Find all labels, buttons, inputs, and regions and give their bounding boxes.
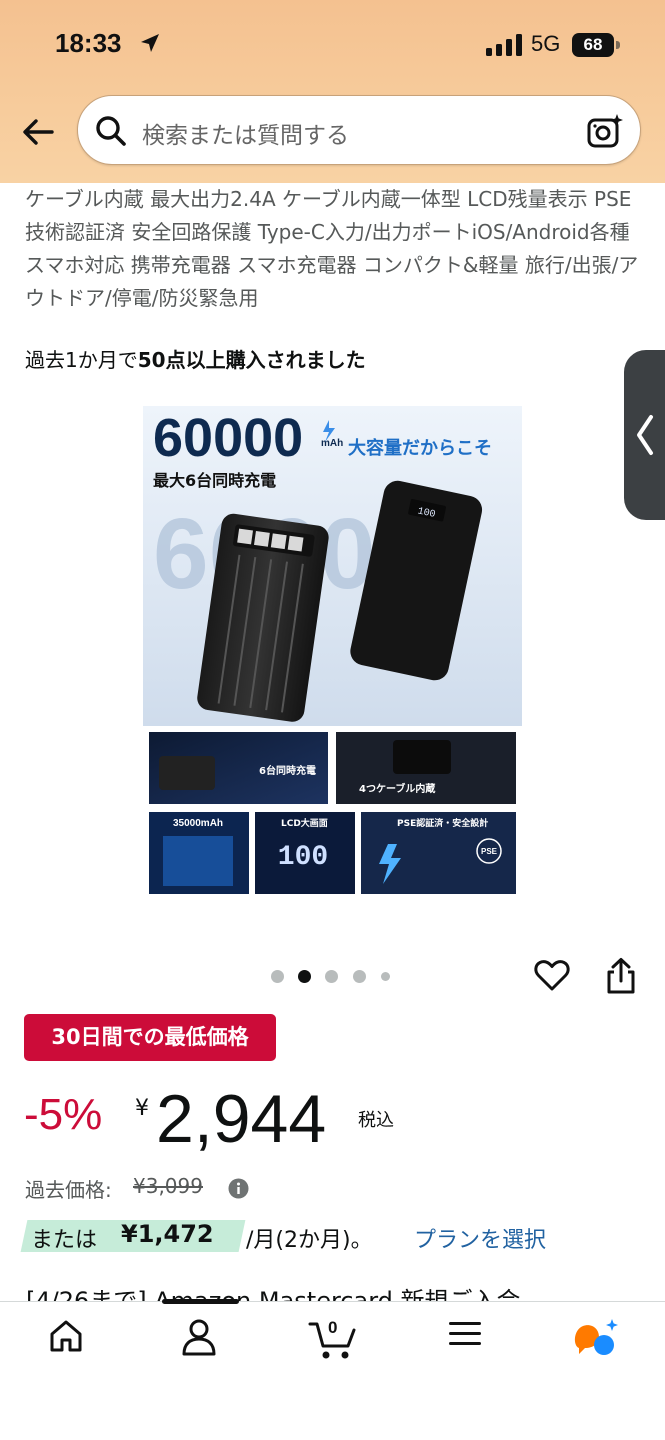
- nav-menu[interactable]: [430, 1318, 500, 1368]
- purchase-count-prefix: 過去1か月で: [25, 348, 138, 372]
- back-arrow-icon[interactable]: [20, 114, 56, 150]
- screen-readout: 100: [278, 842, 328, 873]
- search-placeholder: 検索または質問する: [142, 123, 349, 149]
- product-image-graphic: 60000 mAh 大容量だからこそ 最大6台同時充電 60000 100: [143, 406, 522, 900]
- battery-level: 68: [572, 33, 614, 57]
- battery-icon: 68: [572, 33, 620, 57]
- lowest-price-badge: 30日間での最低価格: [24, 1014, 276, 1061]
- past-price-label: 過去価格:: [25, 1178, 112, 1202]
- rufus-assistant-icon: [574, 1319, 618, 1355]
- feature-panel-2: 4つケーブル内蔵: [336, 732, 516, 804]
- feature-panel-3: 35000mAh: [149, 812, 249, 894]
- past-price-value: ¥3,099: [133, 1174, 203, 1198]
- search-icon: [96, 116, 126, 146]
- panel-5-label: PSE認証済・安全設計: [397, 817, 488, 829]
- location-arrow-icon: [141, 34, 159, 52]
- home-icon: [50, 1320, 82, 1352]
- chevron-left-icon: [637, 415, 653, 455]
- active-tab-indicator: [162, 1299, 239, 1304]
- feature-panel-4: LCD大画面 100: [255, 812, 355, 894]
- feature-panel-1: 6台同時充電: [149, 732, 328, 804]
- status-time: 18:33: [55, 28, 122, 58]
- panel-1-label: 6台同時充電: [259, 764, 316, 777]
- promo-banner[interactable]: [4/26まで] Amazon Mastercard 新規ご入会: [26, 1284, 521, 1302]
- currency-symbol: ¥: [135, 1096, 149, 1121]
- hamburger-menu-icon: [449, 1322, 481, 1345]
- installment-period: /月(2か月)。: [246, 1228, 373, 1253]
- person-icon: [182, 1319, 216, 1356]
- headline-text: 大容量だからこそ: [348, 437, 492, 459]
- camera-search-icon[interactable]: [586, 112, 624, 150]
- header: 18:33 5G 68 検索または質問する: [0, 0, 665, 183]
- cart-count: 0: [328, 1318, 338, 1337]
- nav-cart[interactable]: 0: [298, 1318, 368, 1368]
- capacity-unit-text: mAh: [321, 438, 343, 449]
- price-value: 2,944: [156, 1081, 327, 1157]
- battery-tip: [616, 41, 620, 49]
- purchase-count: 過去1か月で50点以上購入されました: [25, 344, 366, 373]
- product-title: ケーブル内蔵 最大出力2.4A ケーブル内蔵一体型 LCD残量表示 PSE技術認…: [25, 187, 639, 310]
- carousel-dots[interactable]: [270, 968, 400, 984]
- heart-icon[interactable]: [532, 955, 572, 995]
- carousel-dot[interactable]: [325, 970, 338, 983]
- share-icon[interactable]: [603, 957, 639, 995]
- installment-prefix: または: [31, 1228, 98, 1253]
- carousel-dot[interactable]: [353, 970, 366, 983]
- select-plan-link[interactable]: プランを選択: [414, 1222, 546, 1254]
- carousel-dot-active[interactable]: [298, 970, 311, 983]
- carousel-dot[interactable]: [271, 970, 284, 983]
- capacity-big-text: 60000: [153, 408, 303, 468]
- discount-percent: -5%: [24, 1090, 103, 1139]
- nav-rufus[interactable]: [561, 1318, 631, 1368]
- feature-panel-5: PSE認証済・安全設計 PSE: [361, 812, 516, 894]
- panel-4-label: LCD大画面: [281, 817, 328, 829]
- installment-amount: ¥1,472: [121, 1220, 214, 1248]
- purchase-count-bold: 50点以上購入されました: [137, 348, 366, 372]
- carousel-dot[interactable]: [381, 972, 390, 981]
- panel-2-label: 4つケーブル内蔵: [359, 782, 435, 795]
- side-panel-tab[interactable]: [624, 350, 665, 520]
- subhead-text: 最大6台同時充電: [153, 471, 276, 490]
- bottom-nav: 0: [0, 1299, 665, 1440]
- tax-note: 税込: [358, 1110, 394, 1131]
- signal-icon: [486, 34, 522, 56]
- search-input[interactable]: 検索または質問する: [77, 95, 641, 165]
- product-image[interactable]: 60000 mAh 大容量だからこそ 最大6台同時充電 60000 100: [143, 406, 522, 900]
- panel-3-label: 35000mAh: [173, 818, 223, 829]
- nav-home[interactable]: [31, 1318, 101, 1368]
- nav-account[interactable]: [164, 1318, 234, 1368]
- pse-mark-text: PSE: [481, 847, 498, 856]
- network-label: 5G: [531, 31, 561, 56]
- info-icon[interactable]: [228, 1178, 249, 1199]
